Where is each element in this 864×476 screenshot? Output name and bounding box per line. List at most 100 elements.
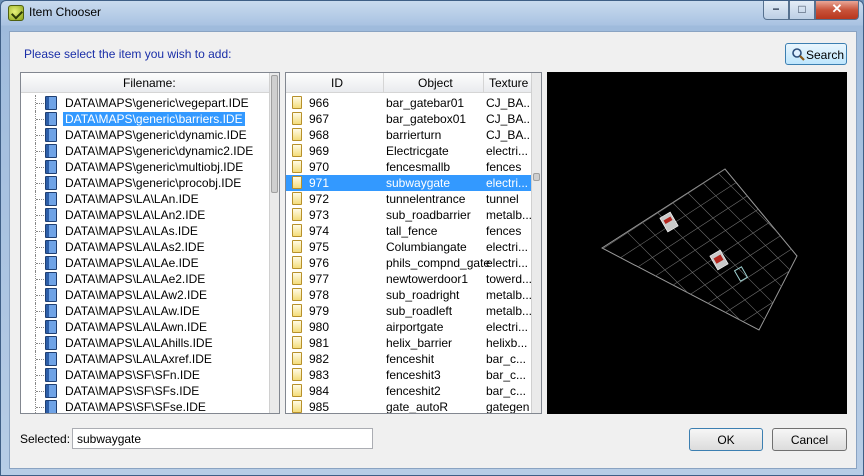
- object-list-row[interactable]: 972 tunnelentrance tunnel: [286, 191, 533, 207]
- object-texture: electri...: [486, 256, 529, 270]
- object-id: 970: [309, 160, 330, 174]
- file-tree-item[interactable]: DATA\MAPS\generic\dynamic2.IDE: [21, 143, 270, 159]
- search-button[interactable]: Search: [785, 43, 847, 65]
- object-icon: [292, 208, 302, 221]
- object-list-row[interactable]: 971 subwaygate electri...: [286, 175, 533, 191]
- object-list-row[interactable]: 970 fencesmallb fences: [286, 159, 533, 175]
- file-tree-item-label: DATA\MAPS\generic\vegepart.IDE: [65, 96, 249, 110]
- object-id: 980: [309, 320, 330, 334]
- file-tree-item[interactable]: DATA\MAPS\generic\procobj.IDE: [21, 175, 270, 191]
- object-icon: [292, 112, 302, 125]
- tree-connector: [35, 271, 46, 287]
- object-column-header[interactable]: Object: [418, 76, 453, 90]
- selected-field[interactable]: [72, 428, 373, 449]
- object-list-row[interactable]: 983 fenceshit3 bar_c...: [286, 367, 533, 383]
- object-list-row[interactable]: 984 fenceshit2 bar_c...: [286, 383, 533, 399]
- object-id: 975: [309, 240, 330, 254]
- object-name: sub_roadright: [386, 288, 460, 302]
- title-bar[interactable]: Item Chooser − □ ✕: [1, 1, 863, 25]
- object-list-row[interactable]: 969 Electricgate electri...: [286, 143, 533, 159]
- file-tree-item-label: DATA\MAPS\LA\LAe2.IDE: [65, 272, 206, 286]
- object-list-scroll-thumb[interactable]: [533, 173, 540, 181]
- object-name: fenceshit3: [386, 368, 441, 382]
- file-tree-item[interactable]: DATA\MAPS\generic\multiobj.IDE: [21, 159, 270, 175]
- file-tree-item[interactable]: DATA\MAPS\LA\LAwn.IDE: [21, 319, 270, 335]
- file-tree-item[interactable]: DATA\MAPS\generic\vegepart.IDE: [21, 95, 270, 111]
- object-list-row[interactable]: 977 newtowerdoor1 towerd...: [286, 271, 533, 287]
- file-tree-item-label: DATA\MAPS\LA\LAn2.IDE: [65, 208, 206, 222]
- object-icon: [292, 288, 302, 301]
- file-tree-item[interactable]: DATA\MAPS\LA\LAxref.IDE: [21, 351, 270, 367]
- object-name: helix_barrier: [386, 336, 453, 350]
- object-icon: [292, 128, 302, 141]
- column-divider: [483, 73, 484, 93]
- object-list-row[interactable]: 979 sub_roadleft metalb...: [286, 303, 533, 319]
- caption-buttons: − □ ✕: [763, 1, 859, 20]
- object-list-row[interactable]: 966 bar_gatebar01 CJ_BA...: [286, 95, 533, 111]
- object-list-row[interactable]: 973 sub_roadbarrier metalb...: [286, 207, 533, 223]
- file-tree-item[interactable]: DATA\MAPS\generic\dynamic.IDE: [21, 127, 270, 143]
- object-list-row[interactable]: 980 airportgate electri...: [286, 319, 533, 335]
- ide-file-icon: [45, 240, 57, 254]
- file-tree-header[interactable]: Filename:: [21, 73, 270, 93]
- object-id: 985: [309, 400, 330, 414]
- minimize-button[interactable]: −: [763, 1, 789, 20]
- tree-connector: [35, 127, 46, 143]
- object-list-row[interactable]: 967 bar_gatebox01 CJ_BA...: [286, 111, 533, 127]
- object-list-row[interactable]: 968 barrierturn CJ_BA...: [286, 127, 533, 143]
- ok-button-label: OK: [717, 433, 735, 447]
- file-tree-item[interactable]: DATA\MAPS\LA\LAhills.IDE: [21, 335, 270, 351]
- file-tree-item[interactable]: DATA\MAPS\SF\SFn.IDE: [21, 367, 270, 383]
- model-preview[interactable]: [547, 72, 847, 414]
- file-tree-item[interactable]: DATA\MAPS\SF\SFs.IDE: [21, 383, 270, 399]
- texture-column-header[interactable]: Texture: [489, 76, 528, 90]
- file-tree-item[interactable]: DATA\MAPS\LA\LAs.IDE: [21, 223, 270, 239]
- ide-file-icon: [45, 288, 57, 302]
- ide-file-icon: [45, 256, 57, 270]
- file-tree[interactable]: Filename: DATA\MAPS\generic\vegepart.IDE…: [20, 72, 280, 414]
- object-list[interactable]: ID Object Texture 966 bar_gatebar01 CJ_BA.…: [285, 72, 542, 414]
- ide-file-icon: [45, 400, 57, 413]
- tree-connector: [35, 335, 46, 351]
- file-tree-item-label: DATA\MAPS\LA\LAe.IDE: [65, 256, 199, 270]
- selected-label: Selected:: [20, 432, 71, 446]
- file-tree-item[interactable]: DATA\MAPS\LA\LAw2.IDE: [21, 287, 270, 303]
- object-icon: [292, 384, 302, 397]
- id-column-header[interactable]: ID: [331, 76, 343, 90]
- object-texture: gategen: [486, 400, 530, 414]
- file-tree-item-label: DATA\MAPS\LA\LAs2.IDE: [65, 240, 205, 254]
- ok-button[interactable]: OK: [689, 428, 763, 451]
- object-icon: [292, 320, 302, 333]
- object-list-row[interactable]: 982 fenceshit bar_c...: [286, 351, 533, 367]
- object-list-row[interactable]: 985 gate_autoR gategen: [286, 399, 533, 414]
- column-divider: [383, 73, 384, 93]
- file-tree-scroll-thumb[interactable]: [271, 75, 278, 193]
- cancel-button[interactable]: Cancel: [772, 428, 847, 451]
- file-tree-item[interactable]: DATA\MAPS\generic\barriers.IDE: [21, 111, 270, 127]
- ide-file-icon: [45, 272, 57, 286]
- object-name: newtowerdoor1: [386, 272, 469, 286]
- object-list-row[interactable]: 976 phils_compnd_gate electri...: [286, 255, 533, 271]
- tree-connector: [35, 239, 46, 255]
- object-list-row[interactable]: 974 tall_fence fences: [286, 223, 533, 239]
- file-tree-item[interactable]: DATA\MAPS\LA\LAn.IDE: [21, 191, 270, 207]
- file-tree-item[interactable]: DATA\MAPS\LA\LAs2.IDE: [21, 239, 270, 255]
- object-list-scrollbar[interactable]: [531, 73, 541, 413]
- object-list-row[interactable]: 978 sub_roadright metalb...: [286, 287, 533, 303]
- file-tree-item[interactable]: DATA\MAPS\LA\LAn2.IDE: [21, 207, 270, 223]
- file-tree-item[interactable]: DATA\MAPS\LA\LAe2.IDE: [21, 271, 270, 287]
- object-list-row[interactable]: 975 Columbiangate electri...: [286, 239, 533, 255]
- search-button-label: Search: [806, 48, 845, 62]
- object-icon: [292, 144, 302, 157]
- ide-file-icon: [45, 144, 57, 158]
- maximize-button[interactable]: □: [789, 1, 815, 20]
- file-tree-item[interactable]: DATA\MAPS\SF\SFse.IDE: [21, 399, 270, 413]
- close-button[interactable]: ✕: [815, 1, 859, 20]
- file-tree-item[interactable]: DATA\MAPS\LA\LAw.IDE: [21, 303, 270, 319]
- file-tree-scrollbar[interactable]: [269, 73, 279, 413]
- file-tree-item-label: DATA\MAPS\generic\dynamic2.IDE: [65, 144, 254, 158]
- object-list-row[interactable]: 981 helix_barrier helixb...: [286, 335, 533, 351]
- file-tree-item[interactable]: DATA\MAPS\LA\LAe.IDE: [21, 255, 270, 271]
- object-id: 981: [309, 336, 330, 350]
- object-id: 969: [309, 144, 330, 158]
